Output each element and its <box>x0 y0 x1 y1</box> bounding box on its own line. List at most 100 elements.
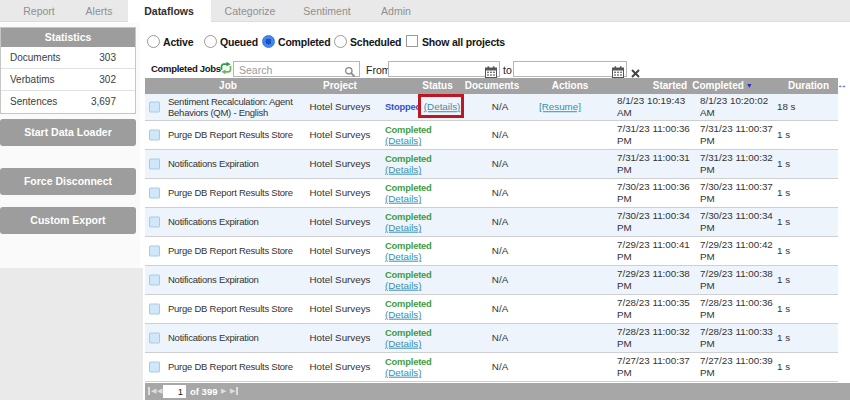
column-header-documents[interactable]: Documents <box>462 78 522 94</box>
completed-cell: 7/30/23 11:00:37 PM <box>700 181 776 204</box>
table-row: Purge DB Report Results StoreHotel Surve… <box>145 295 838 324</box>
radio-queued[interactable] <box>204 35 217 48</box>
documents-cell: N/A <box>465 361 535 373</box>
documents-cell: N/A <box>465 303 535 315</box>
column-header-completed[interactable]: Completed▼ <box>690 78 755 94</box>
resize-columns-icon[interactable]: ↔ <box>837 79 847 90</box>
duration-cell: 1 s <box>777 274 837 286</box>
details-link[interactable]: (Details) <box>385 367 421 378</box>
details-link[interactable]: (Details) <box>385 193 421 204</box>
refresh-icon[interactable] <box>219 61 233 79</box>
completed-cell: 7/28/23 11:00:36 PM <box>700 297 776 320</box>
status-text: Completed <box>385 269 475 280</box>
page-number-input[interactable]: 1 <box>163 385 186 398</box>
completed-cell: 7/28/23 11:00:33 PM <box>700 326 776 349</box>
table-row: Sentiment Recalculation: Agent Behaviors… <box>145 94 838 121</box>
page-count-label: of 399 <box>190 386 217 397</box>
duration-cell: 1 s <box>777 361 837 373</box>
next-page-button[interactable]: ▶ <box>221 387 226 395</box>
row-checkbox[interactable] <box>149 362 160 373</box>
job-name: Notifications Expiration <box>168 274 308 285</box>
radio-label-queued: Queued <box>220 36 258 48</box>
column-header-duration[interactable]: Duration <box>781 78 836 94</box>
job-name: Purge DB Report Results Store <box>168 245 308 256</box>
tab-admin[interactable]: Admin <box>381 5 411 17</box>
tab-alerts[interactable]: Alerts <box>86 5 113 17</box>
details-link[interactable]: (Details) <box>385 222 421 233</box>
started-cell: 7/29/23 11:00:41 PM <box>617 239 693 262</box>
custom-export-button[interactable]: Custom Export <box>0 207 136 234</box>
documents-cell: N/A <box>465 216 535 228</box>
status-cell: Completed(Details) <box>385 211 475 234</box>
radio-scheduled[interactable] <box>334 35 347 48</box>
column-header-job[interactable]: Job <box>145 78 311 94</box>
top-tab-bar: Report Alerts Dataflows Categorize Sentiment… <box>0 0 850 22</box>
status-text: Completed <box>385 153 475 164</box>
duration-cell: 1 s <box>777 216 837 228</box>
row-checkbox[interactable] <box>149 275 160 286</box>
project-name: Hotel Surveys <box>295 187 385 199</box>
last-page-button[interactable]: ▶ <box>230 387 238 395</box>
started-cell: 7/31/23 11:00:36 PM <box>617 123 693 146</box>
table-row: Notifications ExpirationHotel SurveysCom… <box>145 324 838 353</box>
stat-value: 303 <box>99 52 116 63</box>
column-header-actions[interactable]: Actions <box>540 78 600 94</box>
tab-report[interactable]: Report <box>23 5 55 17</box>
column-header-project[interactable]: Project <box>295 78 385 94</box>
status-cell: Completed(Details) <box>385 298 475 321</box>
project-name: Hotel Surveys <box>295 361 385 373</box>
first-page-button[interactable]: ◀ <box>148 387 156 395</box>
start-data-loader-button[interactable]: Start Data Loader <box>0 119 136 146</box>
completed-cell: 7/31/23 11:00:37 PM <box>700 123 776 146</box>
details-link[interactable]: (Details) <box>385 280 421 291</box>
job-name: Notifications Expiration <box>168 332 308 343</box>
table-row: Notifications ExpirationHotel SurveysCom… <box>145 150 838 179</box>
started-cell: 7/30/23 11:00:36 PM <box>617 181 693 204</box>
documents-cell: N/A <box>465 129 535 141</box>
details-link[interactable]: (Details) <box>385 164 421 175</box>
completed-cell: 7/31/23 11:00:32 PM <box>700 152 776 175</box>
row-checkbox[interactable] <box>149 217 160 228</box>
radio-label-active: Active <box>163 36 193 48</box>
status-cell: Completed(Details) <box>385 182 475 205</box>
row-checkbox[interactable] <box>149 333 160 344</box>
completed-cell: 7/29/23 11:00:38 PM <box>700 268 776 291</box>
radio-active[interactable] <box>147 35 160 48</box>
job-name: Purge DB Report Results Store <box>168 129 308 140</box>
row-checkbox[interactable] <box>149 130 160 141</box>
details-link[interactable]: (Details) <box>385 338 421 349</box>
row-checkbox[interactable] <box>149 304 160 315</box>
documents-cell: N/A <box>465 274 535 286</box>
documents-cell: N/A <box>465 187 535 199</box>
stat-row-documents: Documents303 <box>1 47 135 69</box>
status-text: Stopped <box>385 101 421 112</box>
job-name: Purge DB Report Results Store <box>168 303 308 314</box>
details-link[interactable]: (Details) <box>385 309 421 320</box>
row-checkbox[interactable] <box>149 188 160 199</box>
search-input[interactable]: Search <box>233 61 360 77</box>
previous-page-button[interactable]: ◀ <box>157 387 162 395</box>
duration-cell: 1 s <box>777 245 837 257</box>
tab-categorize[interactable]: Categorize <box>225 5 276 17</box>
force-disconnect-button[interactable]: Force Disconnect <box>0 168 136 195</box>
project-name: Hotel Surveys <box>295 245 385 257</box>
details-link[interactable]: (Details) <box>385 135 421 146</box>
from-date-input[interactable] <box>388 61 500 77</box>
status-text: Completed <box>385 124 475 135</box>
row-checkbox[interactable] <box>149 159 160 170</box>
table-row: Purge DB Report Results StoreHotel Surve… <box>145 353 838 382</box>
sort-desc-icon[interactable]: ▼ <box>746 78 753 94</box>
status-text: Completed <box>385 356 475 367</box>
row-checkbox[interactable] <box>149 102 160 113</box>
show-all-projects-checkbox[interactable] <box>406 35 418 47</box>
tab-dataflows[interactable]: Dataflows <box>144 5 194 17</box>
actions-cell: [Resume] <box>530 101 590 113</box>
details-link[interactable]: (Details) <box>385 251 421 262</box>
duration-cell: 18 s <box>777 101 837 113</box>
project-name: Hotel Surveys <box>295 158 385 170</box>
tab-sentiment[interactable]: Sentiment <box>303 5 350 17</box>
to-date-input[interactable] <box>513 61 627 77</box>
row-checkbox[interactable] <box>149 246 160 257</box>
resume-link[interactable]: [Resume] <box>539 101 581 112</box>
radio-completed[interactable] <box>262 35 275 48</box>
